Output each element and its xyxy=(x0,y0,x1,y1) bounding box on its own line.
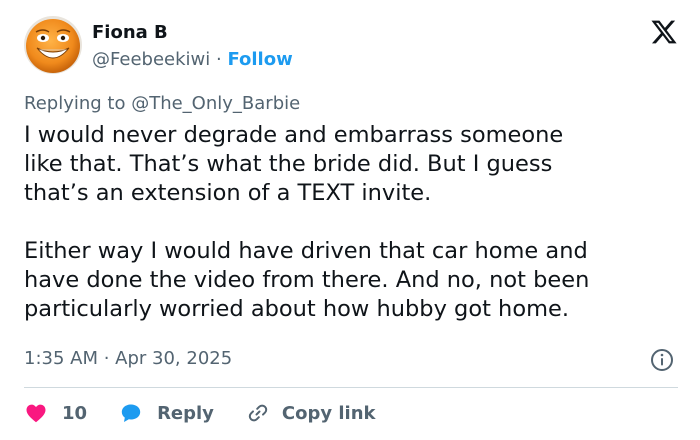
smiling-emoji-avatar-icon xyxy=(24,16,82,74)
action-bar: 10 Reply Copy link xyxy=(24,398,376,428)
separator-dot: · xyxy=(215,49,222,70)
author-handle-row: @Feebeekiwi · Follow xyxy=(92,49,293,70)
tweet-card: Fiona B @Feebeekiwi · Follow Replying to… xyxy=(0,0,700,440)
x-logo-icon[interactable] xyxy=(650,18,678,46)
info-icon[interactable] xyxy=(650,348,674,372)
reply-context: Replying to @The_Only_Barbie xyxy=(24,93,300,114)
reply-target-link[interactable]: @The_Only_Barbie xyxy=(131,93,300,114)
heart-icon xyxy=(26,404,46,423)
like-button[interactable]: 10 xyxy=(24,401,87,425)
reply-context-prefix: Replying to xyxy=(24,93,132,114)
divider xyxy=(24,387,678,388)
reply-label: Reply xyxy=(157,402,214,424)
copy-link-label: Copy link xyxy=(281,402,376,424)
link-icon xyxy=(248,404,268,422)
tweet-paragraph-2: Either way I would have driven that car … xyxy=(24,238,590,322)
tweet-paragraph-1: I would never degrade and embarrass some… xyxy=(24,122,564,206)
follow-button[interactable]: Follow xyxy=(227,49,292,70)
tweet-timestamp[interactable]: 1:35 AM · Apr 30, 2025 xyxy=(24,348,232,369)
copy-link-button[interactable]: Copy link xyxy=(246,401,376,425)
reply-bubble-icon xyxy=(121,404,141,422)
author-name[interactable]: Fiona B xyxy=(92,22,168,43)
like-count: 10 xyxy=(62,402,88,424)
author-handle[interactable]: @Feebeekiwi xyxy=(92,49,210,70)
avatar[interactable] xyxy=(24,16,82,74)
reply-button[interactable]: Reply xyxy=(119,401,214,425)
tweet-text: I would never degrade and embarrass some… xyxy=(24,121,684,324)
